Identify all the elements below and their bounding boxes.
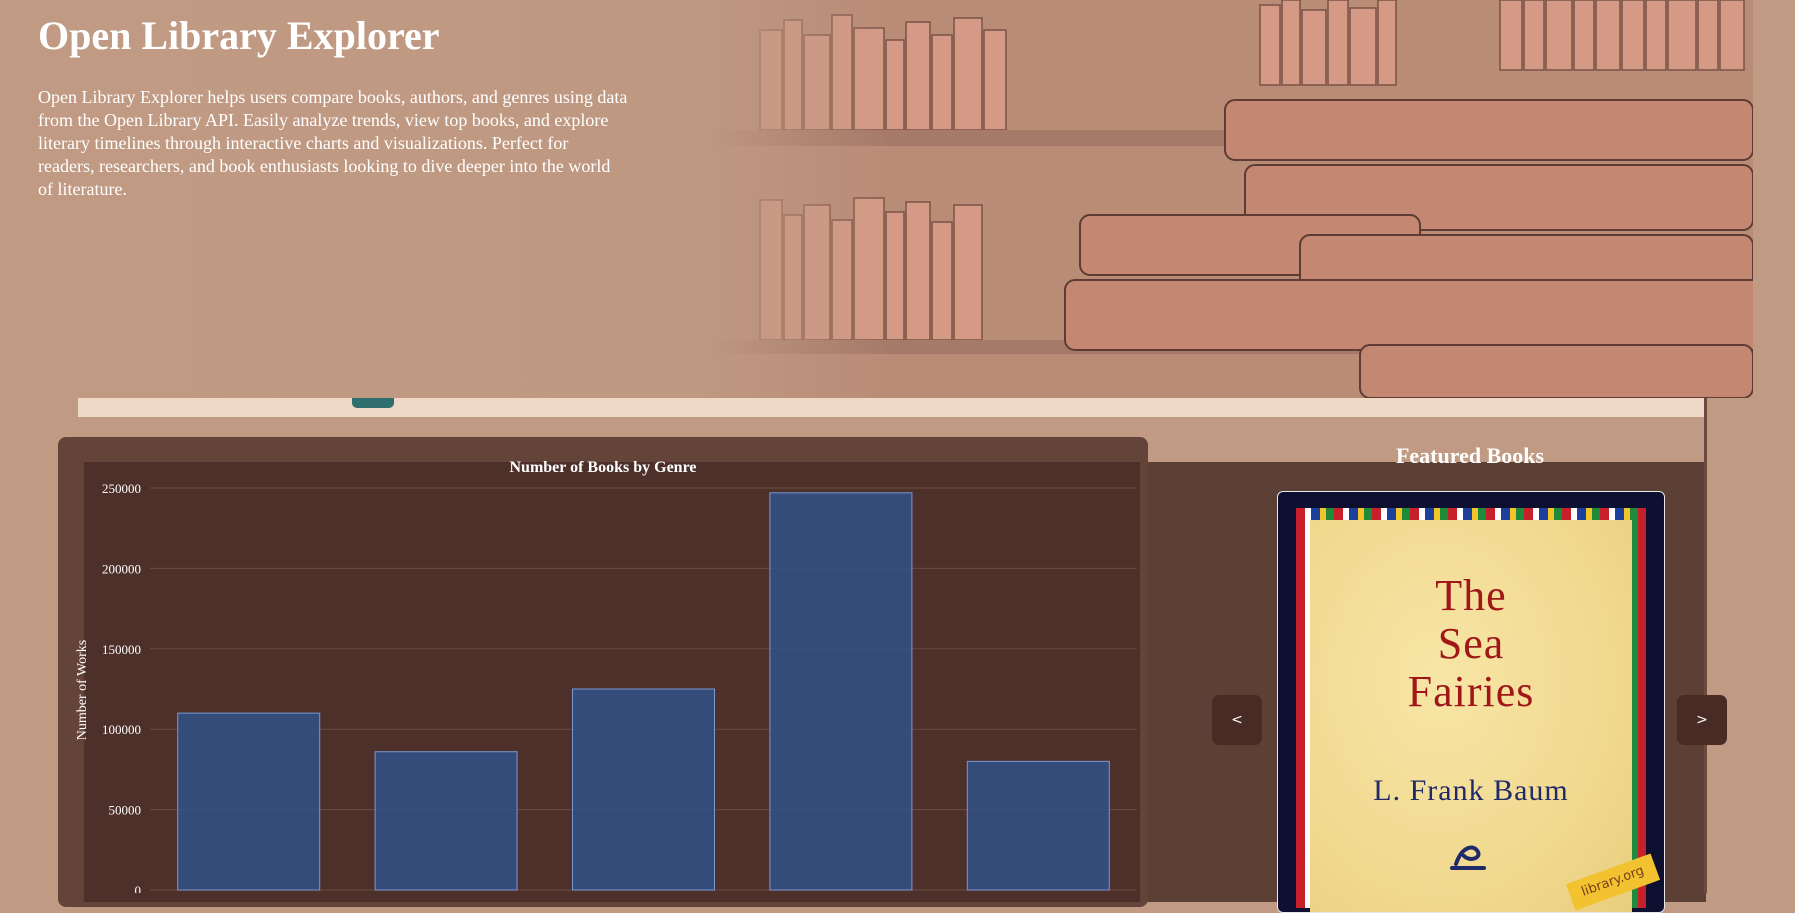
featured-book-cover[interactable]: The Sea Fairies L. Frank Baum library.or… [1277,491,1665,913]
chart-bar[interactable] [966,760,1110,891]
y-tick-label: 100000 [102,722,141,737]
cover-title: The Sea Fairies [1407,571,1535,716]
featured-books-title: Featured Books [1395,443,1545,468]
publisher-logo-icon [1450,845,1486,870]
carousel-next-button[interactable]: > [1677,695,1727,745]
chart-bar[interactable] [572,688,715,891]
chart-bar[interactable] [374,751,518,891]
chart-title: Number of Books by Genre [510,459,697,476]
y-tick-label: 0 [135,883,142,893]
y-tick-label: 150000 [102,642,141,657]
y-axis-label: Number of Works [75,640,90,741]
chart-bar[interactable] [769,492,913,891]
y-tick-label: 200000 [102,561,141,576]
carousel-prev-button[interactable]: < [1212,695,1262,745]
cover-art: The Sea Fairies L. Frank Baum library.or… [1310,520,1661,912]
y-tick-label: 50000 [109,803,142,818]
chart-bar[interactable] [177,712,321,891]
y-tick-label: 250000 [102,481,141,496]
cover-author: L. Frank Baum [1373,774,1569,807]
